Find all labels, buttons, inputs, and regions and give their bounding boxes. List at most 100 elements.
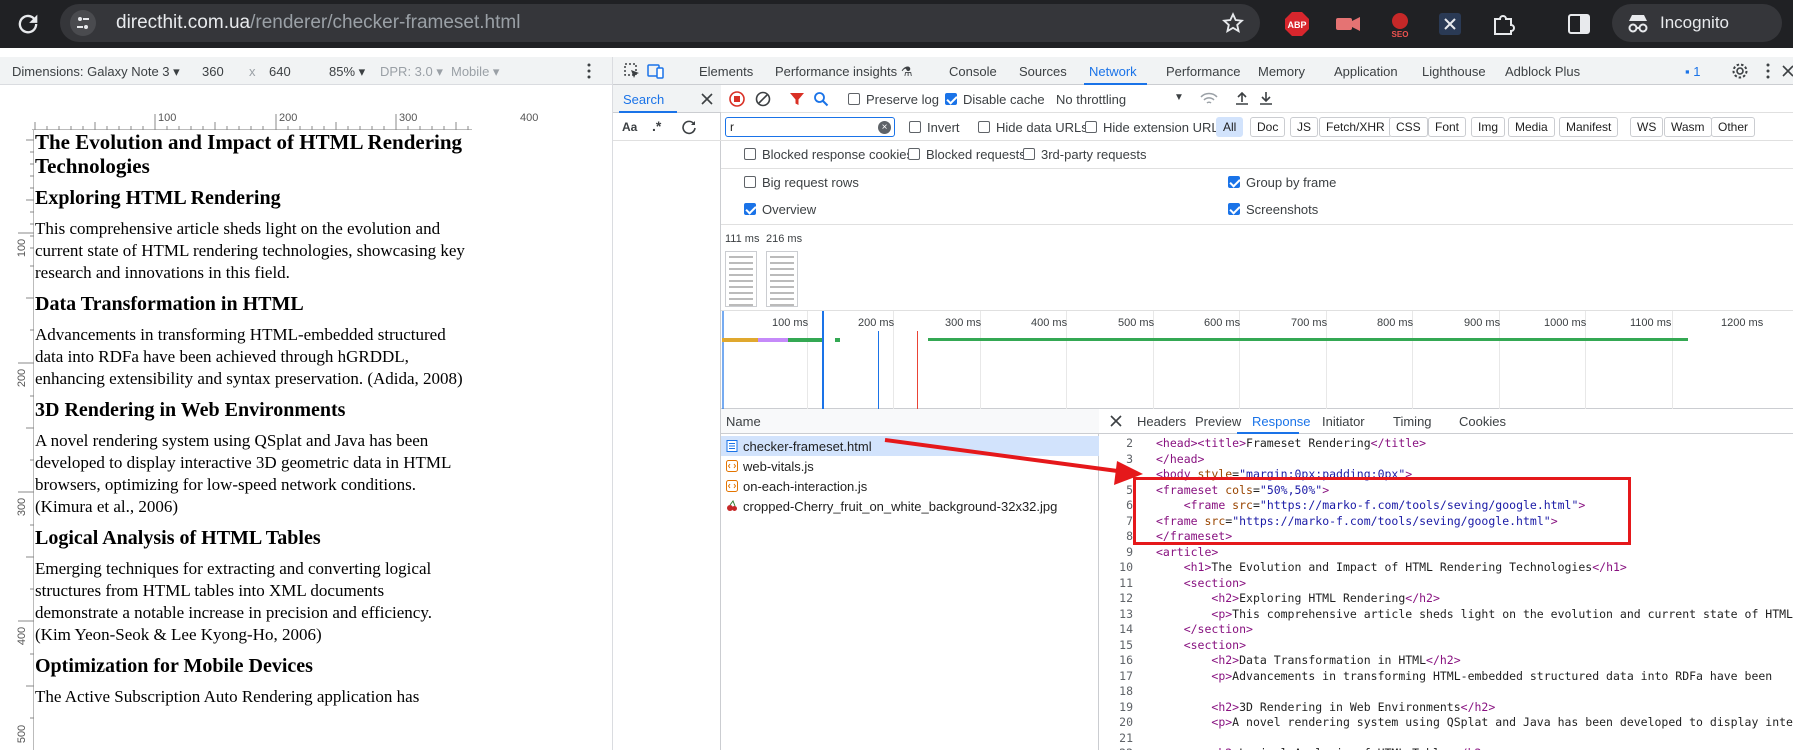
third-party-requests-checkbox[interactable]: 3rd-party requests [1023,147,1147,162]
throttling-chevron-icon[interactable]: ▼ [1174,92,1184,103]
device-more-icon[interactable] [586,63,592,79]
code-line: 11 <section> [1099,576,1793,591]
dpr-select[interactable]: DPR: 3.0 ▾ [380,64,443,80]
issues-counter[interactable]: ▪ 1 [1685,64,1700,79]
request-row[interactable]: checker-frameset.html [721,436,1099,456]
zoom-select[interactable]: 85% ▾ [329,64,365,80]
network-overview-timeline[interactable]: 100 ms 200 ms 300 ms 400 ms 500 ms 600 m… [721,311,1793,409]
tab-adblock-plus[interactable]: Adblock Plus [1505,64,1580,79]
tab-timing[interactable]: Timing [1393,414,1432,429]
mode-select[interactable]: Mobile ▾ [451,64,499,80]
filter-icon[interactable] [789,91,805,107]
filter-type-img[interactable]: Img [1471,117,1506,137]
v-ruler-tick: 500 [16,724,29,744]
hide-extension-urls-checkbox[interactable]: Hide extension URLs [1085,120,1225,135]
line-number: 9 [1126,544,1133,559]
screenshots-checkbox[interactable]: Screenshots [1228,202,1318,217]
tab-performance[interactable]: Performance [1166,64,1240,79]
import-har-icon[interactable] [1234,90,1250,106]
x-extension-icon[interactable] [1436,10,1464,38]
group-by-frame-checkbox[interactable]: Group by frame [1228,175,1336,190]
extensions-puzzle-icon[interactable] [1489,10,1517,38]
filter-input[interactable]: r × [725,117,895,137]
tab-initiator[interactable]: Initiator [1322,414,1365,429]
device-width-input[interactable]: 360 [202,64,224,79]
device-height-input[interactable]: 640 [269,64,291,79]
tab-application[interactable]: Application [1334,64,1398,79]
refresh-search-icon[interactable] [681,119,697,135]
seo-extension-icon[interactable]: SEO [1386,10,1414,38]
screen-recorder-icon[interactable] [1334,10,1362,38]
line-number: 8 [1126,529,1133,543]
filter-type-js[interactable]: JS [1290,117,1319,137]
tab-cookies[interactable]: Cookies [1459,414,1506,429]
tab-elements[interactable]: Elements [699,64,753,79]
request-name: checker-frameset.html [743,439,872,454]
devtools-close-icon[interactable] [1779,62,1793,80]
preserve-log-checkbox[interactable]: Preserve log [848,92,939,107]
regex-toggle[interactable]: .* [652,118,661,134]
incognito-indicator[interactable]: Incognito [1612,4,1782,42]
side-panel-icon[interactable] [1565,10,1593,38]
network-conditions-icon[interactable] [1200,91,1218,107]
bookmark-star-icon[interactable] [1222,12,1244,34]
address-bar[interactable]: directhit.com.ua/renderer/checker-frames… [60,4,1260,42]
filter-type-manifest[interactable]: Manifest [1559,117,1619,137]
request-row[interactable]: cropped-Cherry_fruit_on_white_background… [721,496,1099,516]
reload-icon[interactable] [14,10,42,38]
filter-type-wasm[interactable]: Wasm [1664,117,1712,137]
third-party-requests-box [1023,148,1035,160]
filter-type-other[interactable]: Other [1711,117,1756,137]
h-ruler-tick: 400 [520,112,539,124]
export-har-icon[interactable] [1258,90,1274,106]
close-search-icon[interactable] [699,91,715,107]
filter-type-ws[interactable]: WS [1630,117,1664,137]
devtools-tabbar: Elements Performance insights ⚗ Console … [613,57,1793,85]
filter-type-media[interactable]: Media [1508,117,1555,137]
filter-type-all[interactable]: All [1216,117,1244,137]
screenshot-thumbnail[interactable] [725,251,757,307]
tab-sources[interactable]: Sources [1019,64,1067,79]
disable-cache-checkbox[interactable]: Disable cache [945,92,1045,107]
request-list-header[interactable]: Name [721,409,1099,434]
devtools-more-icon[interactable] [1759,62,1777,80]
tab-network[interactable]: Network [1089,64,1137,79]
hide-data-urls-checkbox[interactable]: Hide data URLs [978,120,1088,135]
device-toolbar-icon[interactable] [647,62,665,80]
overview-checkbox[interactable]: Overview [744,202,816,217]
filter-type-fetch-xhr[interactable]: Fetch/XHR [1319,117,1392,137]
stop-recording-icon[interactable] [729,91,745,107]
tab-headers[interactable]: Headers [1137,414,1186,429]
blocked-response-cookies-checkbox[interactable]: Blocked response cookies [744,147,913,162]
blocked-requests-checkbox[interactable]: Blocked requests [908,147,1026,162]
settings-gear-icon[interactable] [1731,62,1749,80]
adblock-plus-icon[interactable]: ABP [1283,10,1311,38]
site-info-icon[interactable] [70,10,96,36]
close-details-icon[interactable] [1109,414,1123,428]
invert-checkbox[interactable]: Invert [909,120,960,135]
tab-search[interactable]: Search [623,92,664,107]
device-dimensions-select[interactable]: Dimensions: Galaxy Note 3 ▾ [12,64,180,80]
blocked-requests-label: Blocked requests [926,147,1026,162]
filter-type-doc[interactable]: Doc [1250,117,1286,137]
tab-lighthouse[interactable]: Lighthouse [1422,64,1486,79]
request-row[interactable]: web-vitals.js [721,456,1099,476]
filter-type-font[interactable]: Font [1428,117,1467,137]
tab-memory[interactable]: Memory [1258,64,1305,79]
tab-performance-insights[interactable]: Performance insights ⚗ [775,64,912,80]
code-line: 20 <p>A novel rendering system using QSp… [1099,715,1793,730]
search-icon[interactable] [813,91,829,107]
screenshot-thumbnail[interactable] [766,251,798,307]
clear-icon[interactable] [755,91,771,107]
inspect-element-icon[interactable] [623,62,641,80]
tab-preview[interactable]: Preview [1195,414,1241,429]
tab-response[interactable]: Response [1252,414,1311,429]
request-row[interactable]: on-each-interaction.js [721,476,1099,496]
section-heading: 3D Rendering in Web Environments [35,399,346,421]
tab-console[interactable]: Console [949,64,997,79]
clear-filter-icon[interactable]: × [878,121,891,134]
match-case-toggle[interactable]: Aa [622,120,637,134]
filter-type-css[interactable]: CSS [1389,117,1428,137]
big-request-rows-checkbox[interactable]: Big request rows [744,175,859,190]
throttling-select[interactable]: No throttling [1056,92,1126,107]
